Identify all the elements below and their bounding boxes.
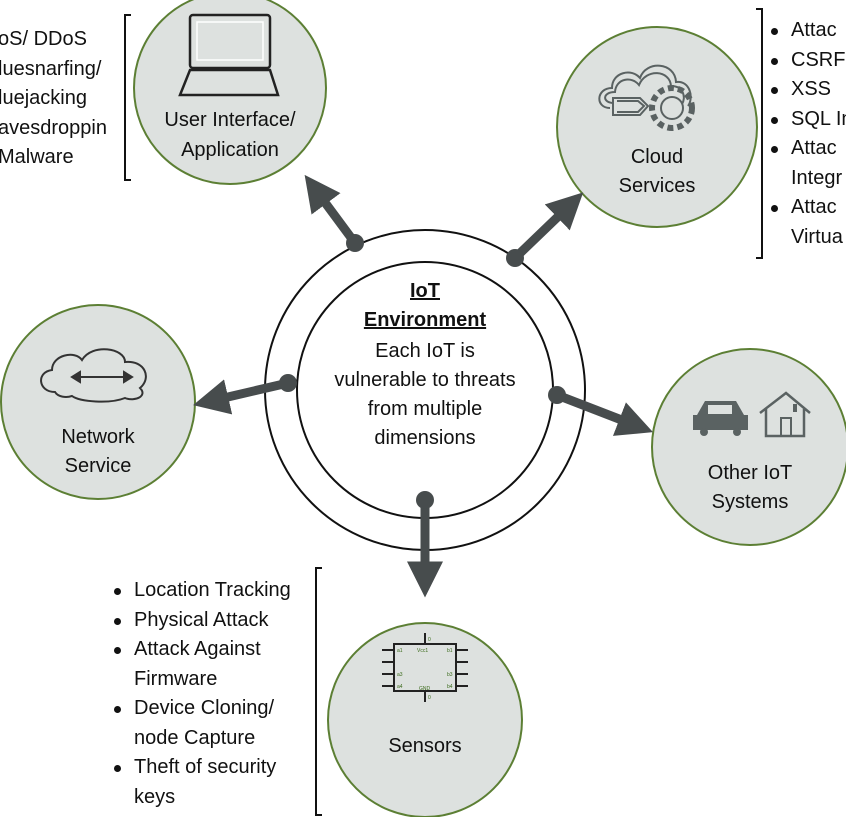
sensors-threat-bracket	[315, 567, 322, 816]
svg-text:b1: b1	[447, 648, 453, 654]
threat-item: avesdroppin	[0, 116, 107, 139]
center-body-3: from multiple	[367, 398, 483, 420]
node-ui-label-2: Application	[181, 139, 279, 161]
threat-item: luesnarfing/	[0, 57, 102, 80]
threat-item-cont: node Capture	[134, 726, 256, 749]
center-title-line1: IoT	[410, 280, 440, 302]
center-body-2: vulnerable to threats	[334, 369, 516, 391]
svg-text:a1: a1	[397, 648, 403, 654]
threat-item: Attac	[769, 16, 846, 46]
node-cloud-label-1: Cloud	[630, 146, 684, 168]
svg-text:b3: b3	[447, 672, 453, 678]
node-sensors-label: Sensors	[388, 735, 462, 757]
center-title-line2: Environment	[363, 309, 487, 331]
threat-item: Attack Against	[112, 635, 291, 665]
node-ui-label-1: User Interface/	[164, 109, 296, 131]
arrow-to-ui	[304, 174, 359, 246]
threat-item: Malware	[0, 146, 74, 168]
node-other-label-1: Other IoT	[707, 462, 793, 484]
cloud-threat-list: Attac CSRF XSS SQL In Attac Integr Attac…	[769, 16, 846, 252]
node-network-label-2: Service	[64, 455, 132, 477]
threat-item-cont: keys	[134, 785, 176, 808]
threat-item-cont: Integr	[791, 166, 843, 189]
center-body-1: Each IoT is	[375, 340, 475, 362]
svg-text:a3: a3	[397, 672, 403, 678]
svg-text:GND: GND	[419, 686, 431, 692]
ui-threat-bracket	[124, 14, 131, 181]
threat-item: CSRF	[769, 46, 846, 76]
arrow-to-cloud	[511, 192, 584, 262]
threat-item: oS/ DDoS	[0, 28, 87, 50]
threat-item: XSS	[769, 75, 846, 105]
svg-text:a4: a4	[397, 684, 403, 690]
threat-item: Device Cloning/	[112, 694, 291, 724]
threat-item-cont: Virtua	[791, 225, 843, 248]
svg-text:0: 0	[428, 695, 431, 701]
threat-item: Attac	[769, 134, 846, 164]
node-other-label-2: Systems	[711, 491, 789, 513]
node-cloud-label-2: Services	[618, 175, 696, 197]
svg-text:b4: b4	[447, 684, 453, 690]
node-network-label-1: Network	[61, 426, 135, 448]
threat-item: SQL In	[769, 105, 846, 135]
threat-item: Theft of security	[112, 753, 291, 783]
threat-item: Physical Attack	[112, 606, 291, 636]
threat-item: Attac	[769, 193, 846, 223]
sensors-threat-list: Location Tracking Physical Attack Attack…	[112, 576, 291, 812]
threat-item: luejacking	[0, 87, 87, 109]
threat-item: Location Tracking	[112, 576, 291, 606]
svg-text:Vcc1: Vcc1	[417, 648, 428, 654]
center-body-4: dimensions	[374, 427, 476, 449]
svg-text:0: 0	[428, 637, 431, 643]
threat-item-cont: Firmware	[134, 667, 218, 690]
ui-threat-list: oS/ DDoS luesnarfing/ luejacking avesdro…	[0, 25, 107, 173]
